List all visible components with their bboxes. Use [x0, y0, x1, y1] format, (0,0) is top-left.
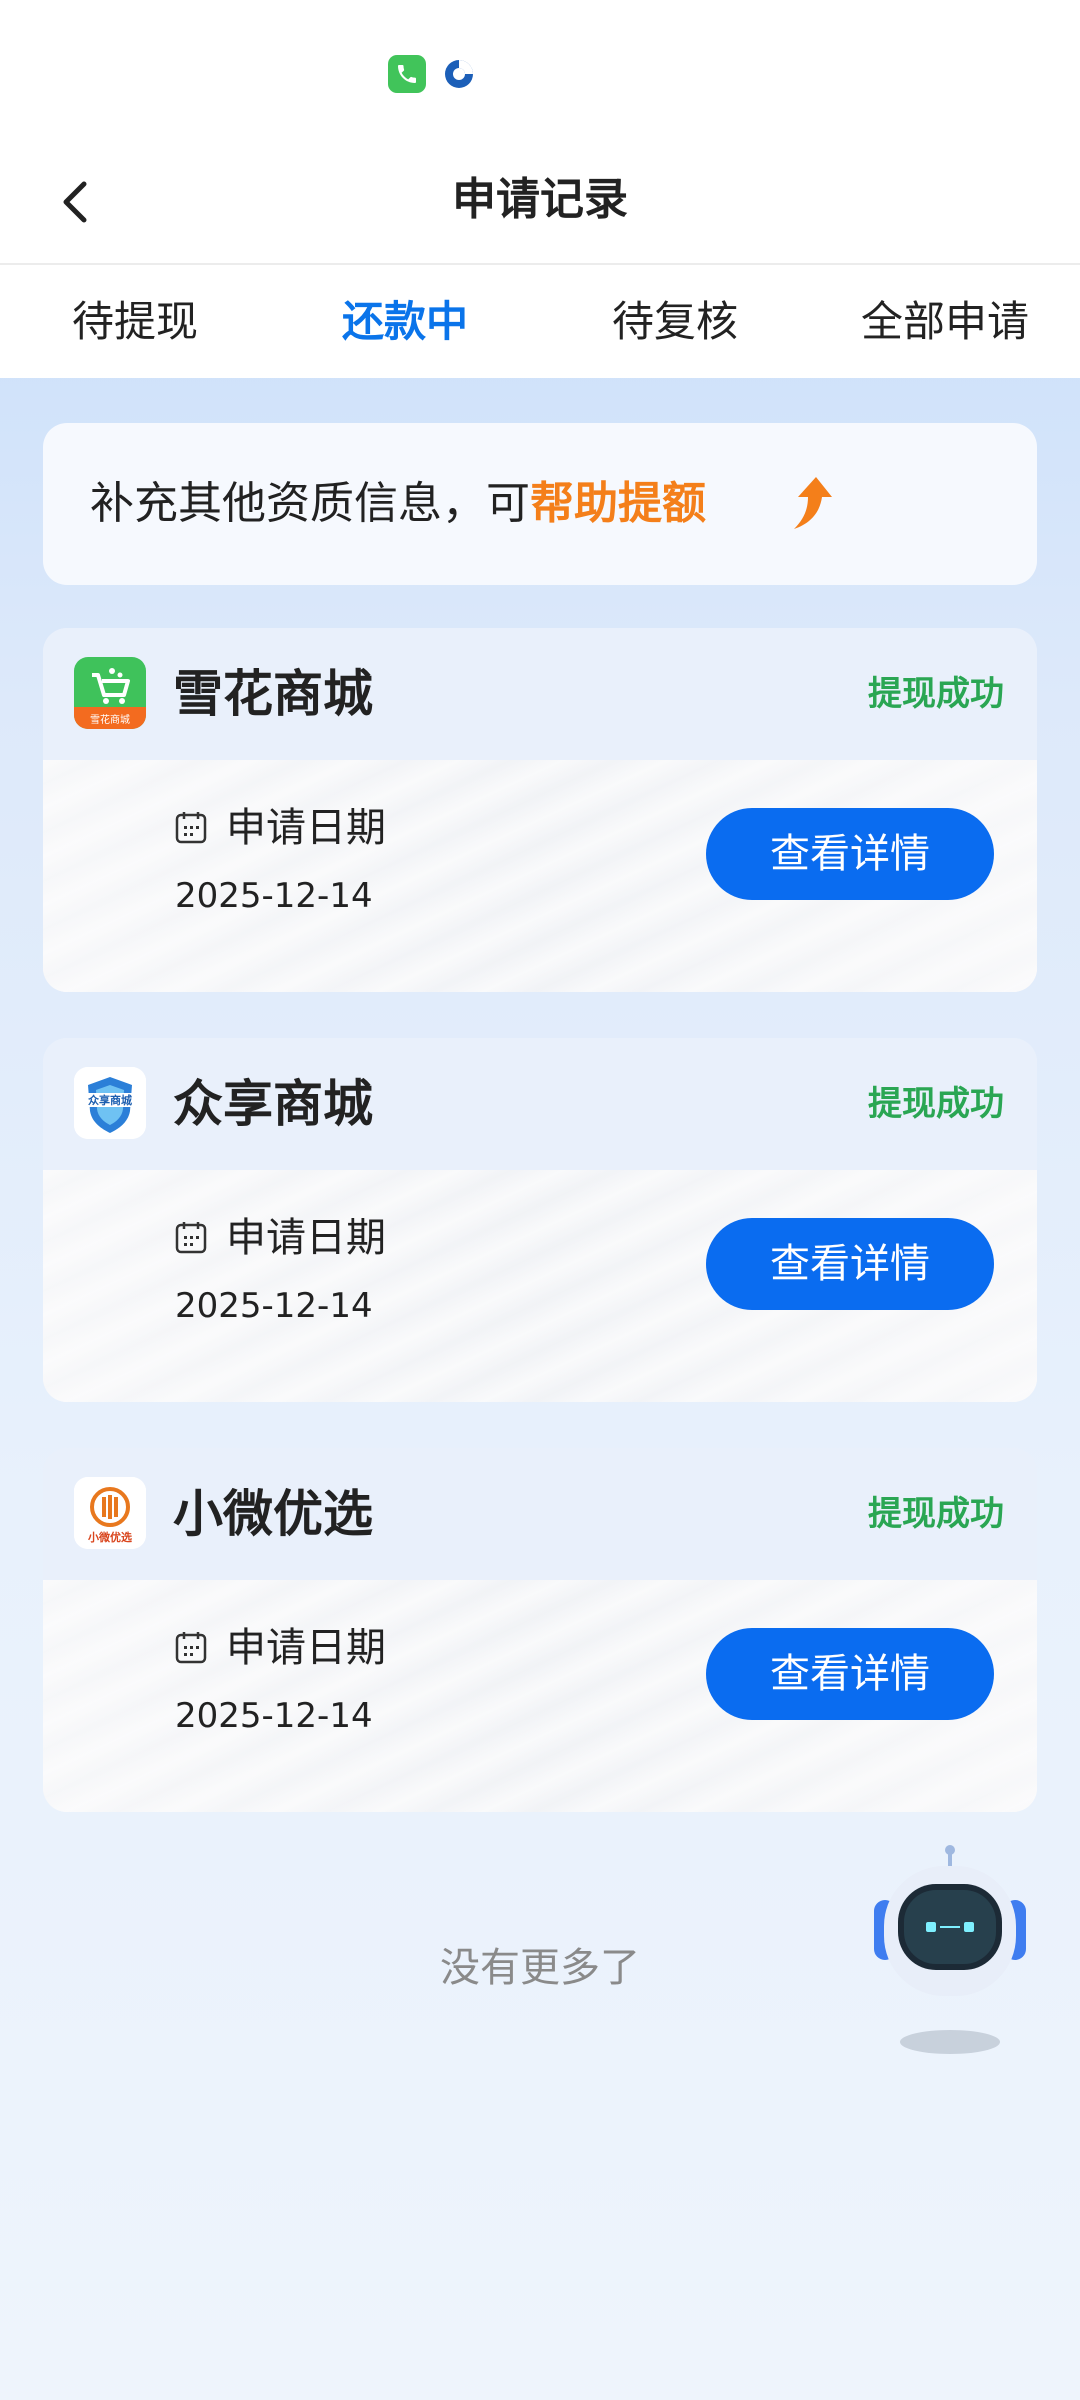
browser-app-icon: [442, 57, 476, 91]
calendar-icon: [175, 1220, 207, 1254]
record-card-body: 申请日期 2025-12-14 查看详情: [43, 1170, 1037, 1402]
calendar-icon: [175, 1630, 207, 1664]
banner-main-text: 补充其他资质信息，可: [90, 478, 530, 529]
date-value: 2025-12-14: [175, 1696, 373, 1736]
record-card: 众享商城 众享商城 提现成功 申请日期 2025-12-14 查看详情: [43, 1038, 1037, 1402]
date-label: 申请日期: [226, 1625, 386, 1671]
record-card-body: 申请日期 2025-12-14 查看详情: [43, 1580, 1037, 1812]
robot-assistant-icon[interactable]: [870, 1842, 1030, 2068]
status-badge: 提现成功: [868, 674, 1004, 714]
banner-highlight: 帮助提额: [530, 478, 706, 529]
zhongxiang-mall-logo: 众享商城: [74, 1067, 146, 1139]
record-card: 小微优选 小微优选 提现成功 申请日期 2025-12-14 查看详情: [43, 1448, 1037, 1812]
date-value: 2025-12-14: [175, 876, 373, 916]
page-title: 申请记录: [452, 174, 628, 225]
xiaowei-select-logo: 小微优选: [74, 1477, 146, 1549]
view-details-button[interactable]: 查看详情: [706, 1218, 994, 1310]
date-label: 申请日期: [226, 1215, 386, 1261]
date-label: 申请日期: [226, 805, 386, 851]
status-bar: [0, 0, 1080, 140]
status-badge: 提现成功: [868, 1494, 1004, 1534]
record-store-name: 众享商城: [173, 1075, 373, 1133]
svg-text:雪花商城: 雪花商城: [90, 713, 130, 726]
record-card-body: 申请日期 2025-12-14 查看详情: [43, 760, 1037, 992]
record-card-header: 雪花商城 雪花商城 提现成功: [43, 628, 1037, 760]
record-store-name: 雪花商城: [173, 665, 373, 723]
record-card-header: 众享商城 众享商城 提现成功: [43, 1038, 1037, 1170]
banner-text: 补充其他资质信息，可帮助提额: [90, 473, 706, 535]
view-details-button[interactable]: 查看详情: [706, 808, 994, 900]
tab-all-applications[interactable]: 全部申请: [810, 265, 1080, 378]
tab-pending-withdraw[interactable]: 待提现: [0, 265, 270, 378]
tab-repaying[interactable]: 还款中: [270, 265, 540, 378]
date-value: 2025-12-14: [175, 1286, 373, 1326]
status-badge: 提现成功: [868, 1084, 1004, 1124]
arrow-up-icon: [788, 473, 836, 533]
svg-text:小微优选: 小微优选: [87, 1530, 132, 1544]
view-details-button[interactable]: 查看详情: [706, 1628, 994, 1720]
snowflake-mall-logo: 雪花商城: [74, 657, 146, 729]
record-store-name: 小微优选: [173, 1485, 373, 1543]
credit-boost-banner[interactable]: 补充其他资质信息，可帮助提额: [43, 423, 1037, 585]
tab-pending-review[interactable]: 待复核: [540, 265, 810, 378]
record-card: 雪花商城 雪花商城 提现成功 申请日期 2025-12-14 查看详情: [43, 628, 1037, 992]
svg-text:众享商城: 众享商城: [88, 1093, 132, 1107]
nav-bar: 申请记录: [0, 140, 1080, 264]
record-card-header: 小微优选 小微优选 提现成功: [43, 1448, 1037, 1580]
phone-app-icon: [388, 55, 426, 93]
tab-bar: 待提现 还款中 待复核 全部申请: [0, 265, 1080, 378]
calendar-icon: [175, 810, 207, 844]
